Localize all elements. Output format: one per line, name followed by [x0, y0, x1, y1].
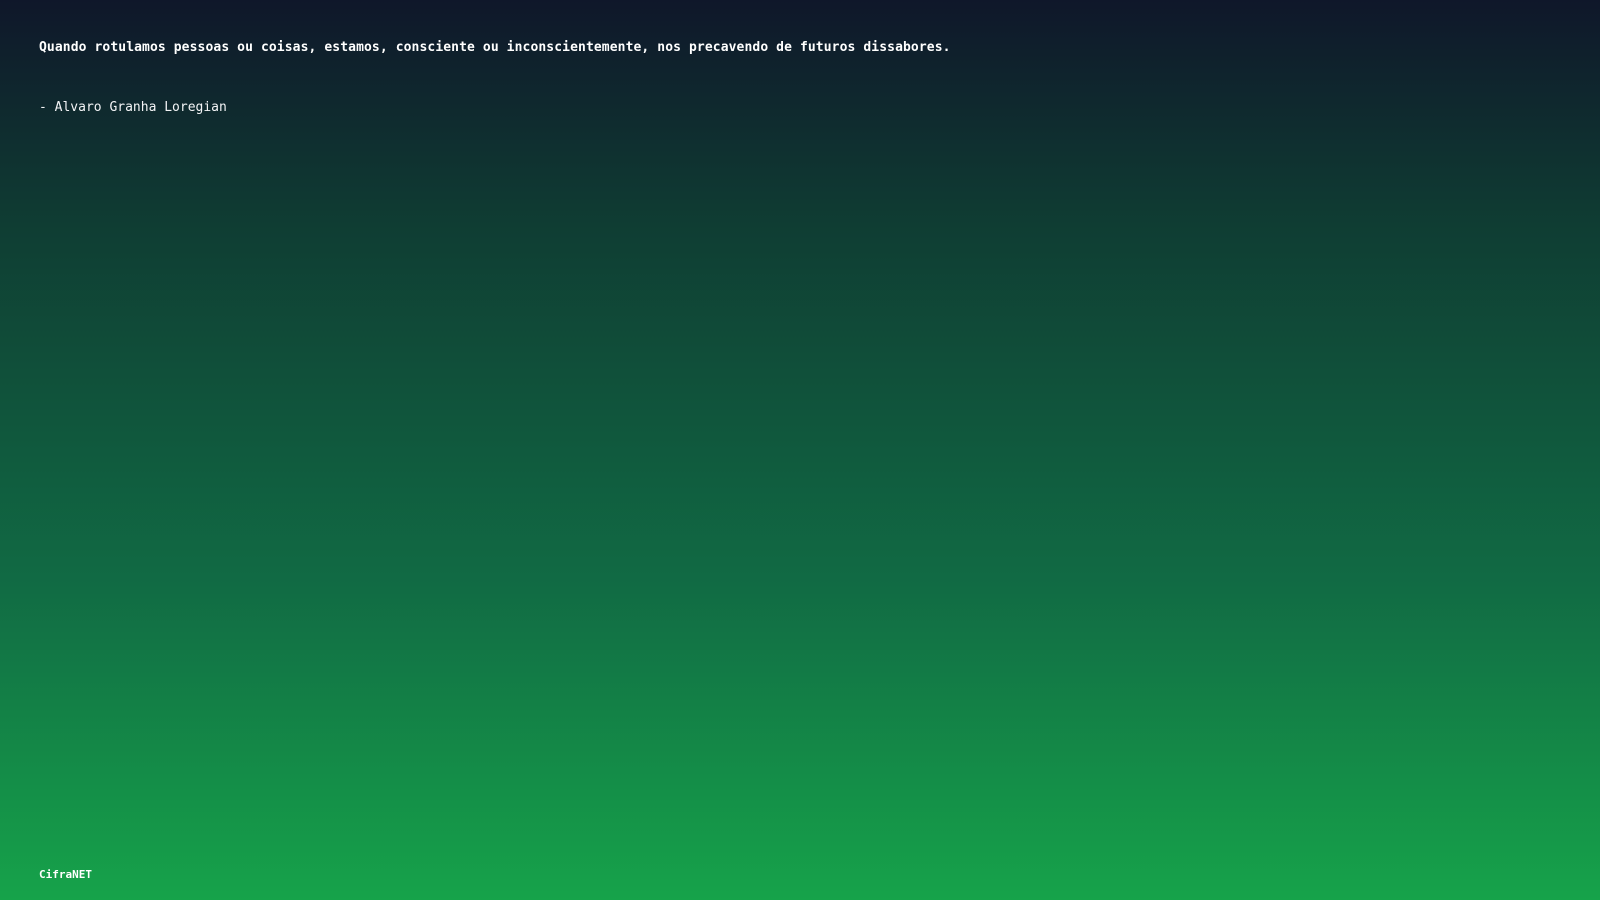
brand-label: CifraNET	[39, 868, 92, 881]
quote-text: Quando rotulamos pessoas ou coisas, esta…	[39, 40, 951, 55]
quote-author: - Alvaro Granha Loregian	[39, 100, 227, 115]
